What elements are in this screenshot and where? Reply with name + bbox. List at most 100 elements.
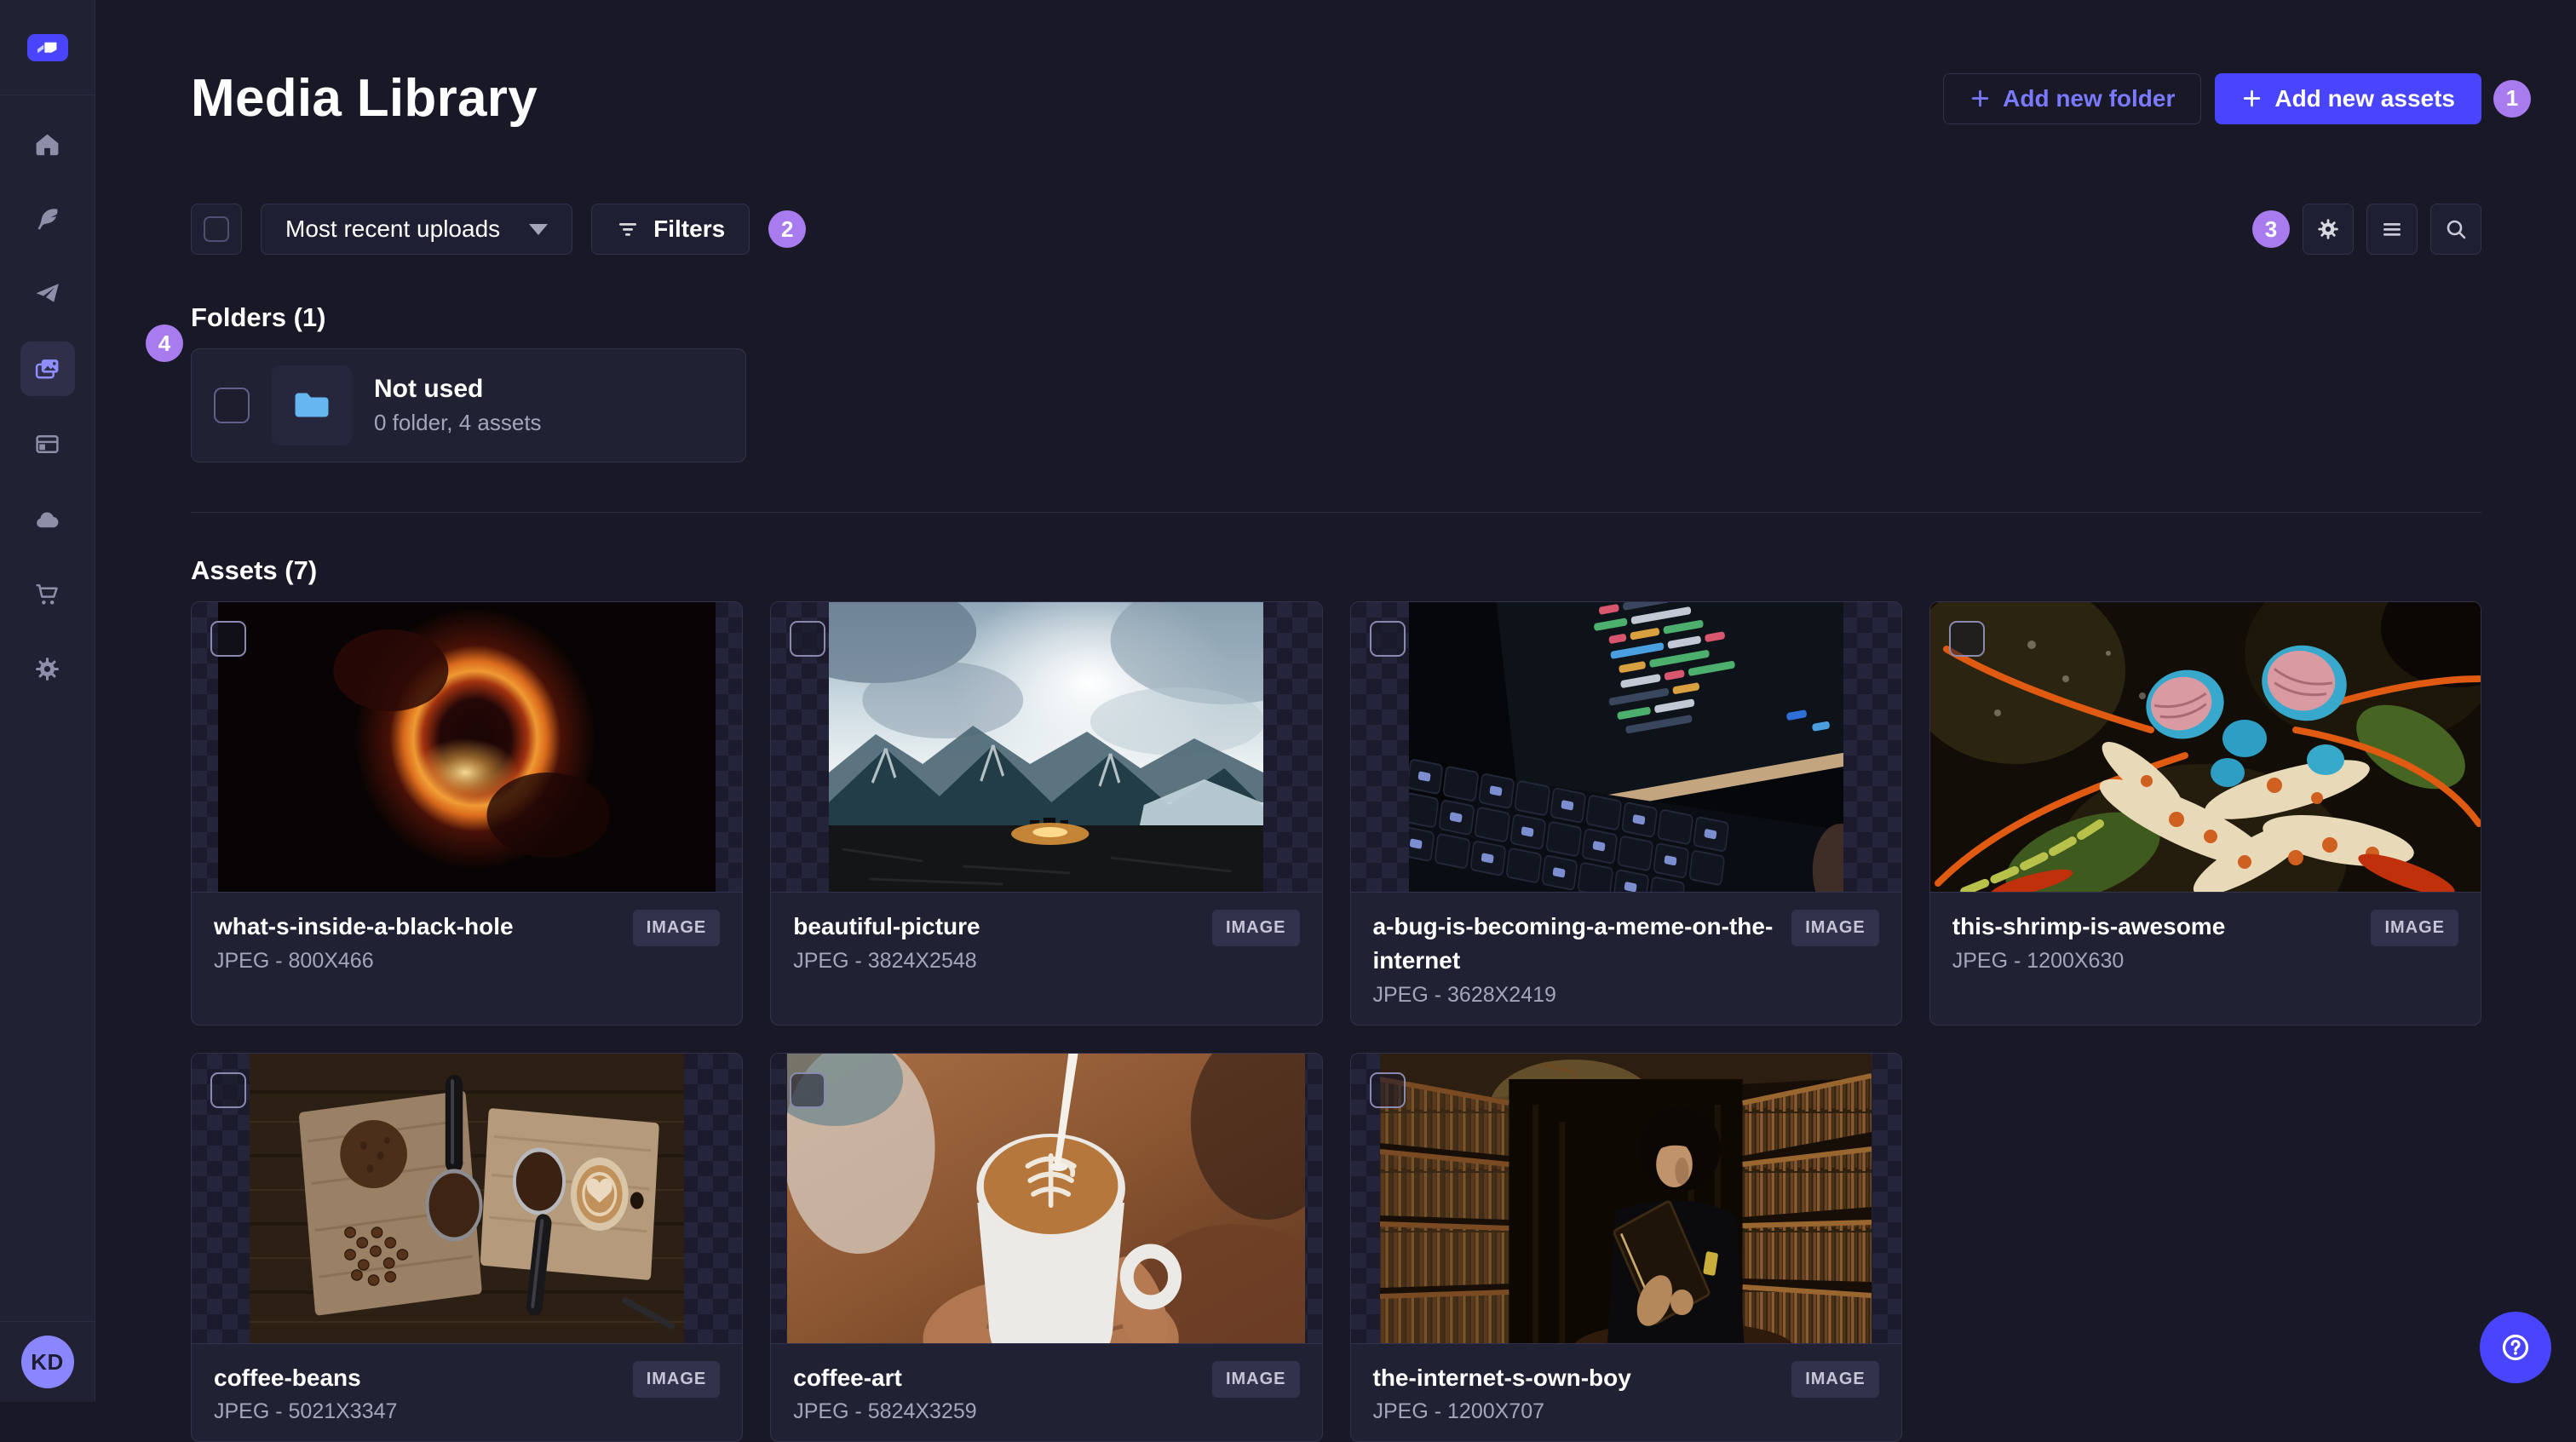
asset-thumbnail	[1351, 1054, 1901, 1343]
asset-thumbnail	[771, 602, 1321, 892]
asset-checkbox[interactable]	[1370, 621, 1406, 657]
sort-dropdown[interactable]: Most recent uploads	[261, 204, 572, 255]
configure-view-button[interactable]	[2303, 204, 2354, 255]
main-content: Media Library Add new folder Add new ass…	[96, 0, 2576, 1442]
tour-step-3-badge[interactable]: 3	[2252, 210, 2290, 248]
avatar[interactable]: KD	[21, 1336, 74, 1388]
asset-image	[1930, 602, 2481, 892]
page-header: Media Library Add new folder Add new ass…	[191, 0, 2481, 129]
asset-card[interactable]: beautiful-picture JPEG - 3824X2548 IMAGE	[770, 601, 1322, 1025]
help-button[interactable]	[2480, 1312, 2551, 1383]
asset-type-badge: IMAGE	[1791, 1361, 1879, 1398]
tour-step-1-badge[interactable]: 1	[2493, 80, 2531, 118]
asset-card[interactable]: coffee-beans JPEG - 5021X3347 IMAGE	[191, 1053, 743, 1442]
asset-name: this-shrimp-is-awesome	[1952, 910, 2226, 944]
home-icon	[33, 130, 61, 158]
asset-name: a-bug-is-becoming-a-meme-on-the-internet	[1373, 910, 1777, 978]
assets-heading: Assets (7)	[191, 555, 2481, 586]
layout-icon	[33, 430, 61, 458]
plus-icon	[2241, 88, 2263, 109]
sidebar-nav	[20, 95, 75, 696]
page-title: Media Library	[191, 68, 538, 129]
asset-card-footer: what-s-inside-a-black-hole JPEG - 800X46…	[192, 892, 742, 1025]
plus-icon	[1969, 88, 1991, 109]
sidebar-item-media-library[interactable]	[20, 342, 75, 396]
asset-type-badge: IMAGE	[633, 1361, 721, 1398]
asset-card[interactable]: coffee-art JPEG - 5824X3259 IMAGE	[770, 1053, 1322, 1442]
asset-name: coffee-beans	[214, 1361, 397, 1395]
asset-name: coffee-art	[793, 1361, 976, 1395]
gear-icon	[2315, 216, 2341, 242]
media-library-icon	[33, 355, 61, 383]
folders-section: 4 Folders (1) Not used 0 folder, 4 asset…	[191, 302, 2481, 462]
asset-card[interactable]: this-shrimp-is-awesome JPEG - 1200X630 I…	[1929, 601, 2481, 1025]
list-view-button[interactable]	[2366, 204, 2418, 255]
asset-name: what-s-inside-a-black-hole	[214, 910, 514, 944]
asset-checkbox[interactable]	[1370, 1072, 1406, 1108]
add-new-folder-button[interactable]: Add new folder	[1943, 73, 2201, 124]
asset-text: what-s-inside-a-black-hole JPEG - 800X46…	[214, 910, 514, 974]
select-all-checkbox[interactable]	[191, 204, 242, 255]
asset-card-footer: coffee-art JPEG - 5824X3259 IMAGE	[771, 1343, 1321, 1442]
list-icon	[2379, 216, 2405, 242]
asset-card[interactable]: what-s-inside-a-black-hole JPEG - 800X46…	[191, 601, 743, 1025]
folder-meta: 0 folder, 4 assets	[374, 410, 542, 436]
asset-checkbox[interactable]	[210, 621, 246, 657]
asset-image	[787, 1054, 1305, 1343]
asset-meta: JPEG - 1200X707	[1373, 1399, 1631, 1424]
sidebar-item-marketplace[interactable]	[20, 566, 75, 621]
asset-card[interactable]: a-bug-is-becoming-a-meme-on-the-internet…	[1350, 601, 1902, 1025]
asset-meta: JPEG - 5824X3259	[793, 1399, 976, 1424]
chevron-down-icon	[529, 224, 548, 235]
asset-thumbnail	[192, 602, 742, 892]
add-new-folder-label: Add new folder	[2003, 85, 2175, 112]
asset-image	[218, 602, 716, 892]
folder-checkbox[interactable]	[214, 388, 250, 423]
asset-meta: JPEG - 3824X2548	[793, 949, 980, 974]
add-new-assets-button[interactable]: Add new assets	[2215, 73, 2481, 124]
app-logo[interactable]	[27, 34, 68, 61]
toolbar: Most recent uploads Filters 2 3	[191, 204, 2481, 255]
folder-tile	[272, 365, 352, 445]
asset-checkbox[interactable]	[790, 1072, 825, 1108]
asset-image	[250, 1054, 684, 1343]
tour-step-2-badge[interactable]: 2	[768, 210, 806, 248]
filters-button[interactable]: Filters	[591, 204, 750, 255]
asset-text: this-shrimp-is-awesome JPEG - 1200X630	[1952, 910, 2226, 974]
asset-thumbnail	[192, 1054, 742, 1343]
asset-image	[1380, 1054, 1872, 1343]
asset-name: beautiful-picture	[793, 910, 980, 944]
sidebar-item-content-type-builder[interactable]	[20, 417, 75, 471]
search-icon	[2443, 216, 2469, 242]
asset-meta: JPEG - 1200X630	[1952, 949, 2226, 974]
filter-icon	[616, 217, 640, 241]
asset-checkbox[interactable]	[210, 1072, 246, 1108]
asset-checkbox[interactable]	[790, 621, 825, 657]
search-button[interactable]	[2430, 204, 2481, 255]
asset-text: coffee-art JPEG - 5824X3259	[793, 1361, 976, 1425]
strapi-logo-icon	[36, 39, 59, 55]
folder-list: Not used 0 folder, 4 assets	[191, 348, 2481, 462]
asset-card-footer: coffee-beans JPEG - 5021X3347 IMAGE	[192, 1343, 742, 1442]
sidebar-item-cloud[interactable]	[20, 491, 75, 546]
asset-card-footer: beautiful-picture JPEG - 3824X2548 IMAGE	[771, 892, 1321, 1025]
section-divider	[191, 512, 2481, 513]
folder-card[interactable]: Not used 0 folder, 4 assets	[191, 348, 746, 462]
asset-checkbox[interactable]	[1949, 621, 1985, 657]
sidebar-item-releases[interactable]	[20, 267, 75, 321]
asset-card-footer: the-internet-s-own-boy JPEG - 1200X707 I…	[1351, 1343, 1901, 1442]
asset-name: the-internet-s-own-boy	[1373, 1361, 1631, 1395]
gear-icon	[33, 655, 61, 683]
asset-type-badge: IMAGE	[1212, 910, 1300, 946]
tour-step-4-badge[interactable]: 4	[146, 325, 183, 362]
sidebar-item-home[interactable]	[20, 117, 75, 171]
sidebar-item-settings[interactable]	[20, 641, 75, 696]
sort-selected-value: Most recent uploads	[285, 215, 500, 243]
folder-text: Not used 0 folder, 4 assets	[374, 375, 542, 436]
sidebar-item-content-manager[interactable]	[20, 192, 75, 246]
asset-meta: JPEG - 5021X3347	[214, 1399, 397, 1424]
sidebar-footer: KD	[0, 1321, 95, 1402]
asset-card[interactable]: the-internet-s-own-boy JPEG - 1200X707 I…	[1350, 1053, 1902, 1442]
cart-icon	[33, 580, 61, 608]
asset-card-footer: a-bug-is-becoming-a-meme-on-the-internet…	[1351, 892, 1901, 1025]
